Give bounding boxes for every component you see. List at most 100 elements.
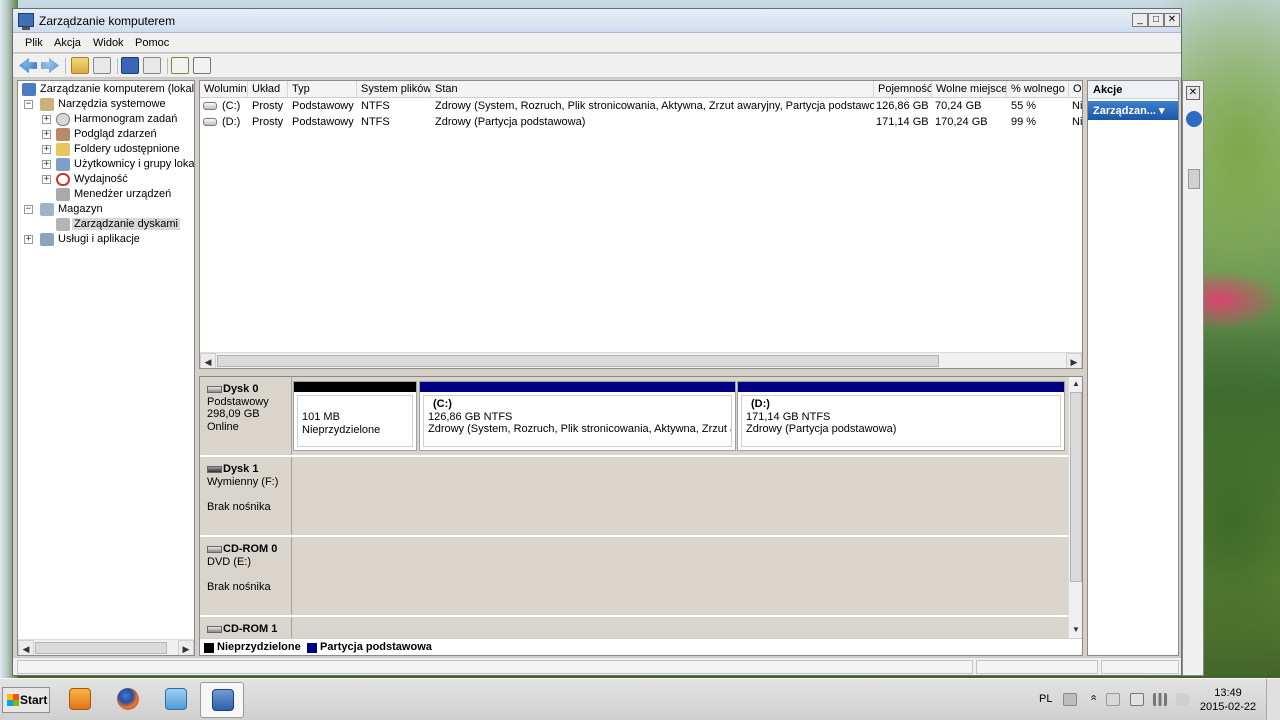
tree-horizontal-scrollbar[interactable]: ◀ ▶: [18, 639, 194, 655]
expand-icon[interactable]: +: [24, 235, 33, 244]
network-icon[interactable]: [1153, 693, 1167, 706]
show-hidden-icons-icon[interactable]: «: [1087, 695, 1100, 705]
scrollbar-thumb[interactable]: [1070, 392, 1082, 582]
menu-file[interactable]: Plik: [25, 37, 43, 49]
file-system-cell: NTFS: [361, 100, 390, 112]
title-bar[interactable]: Zarządzanie komputerem _ □ ✕: [13, 9, 1181, 33]
scroll-up-button[interactable]: ▲: [1069, 377, 1082, 391]
tree-item-system-tools[interactable]: − Narzędzia systemowe: [24, 97, 194, 112]
scrollbar-thumb[interactable]: [217, 355, 939, 367]
scrollbar-thumb[interactable]: [1188, 169, 1200, 189]
disk-row-cdrom-0[interactable]: CD-ROM 0 DVD (E:) Brak nośnika: [200, 537, 1068, 616]
collapse-icon[interactable]: −: [24, 100, 33, 109]
action-center-icon[interactable]: [1106, 693, 1120, 706]
tools-icon: [40, 98, 54, 111]
volume-horizontal-scrollbar[interactable]: ◀ ▶: [200, 352, 1082, 368]
background-window-edge[interactable]: ✕: [1182, 80, 1204, 676]
column-file-system[interactable]: System plików: [357, 81, 431, 98]
actions-section-disk-management[interactable]: Zarządzan... ▾: [1088, 101, 1178, 120]
tree-item-services[interactable]: + Usługi i aplikacje: [24, 232, 194, 247]
disk-info[interactable]: CD-ROM 0 DVD (E:) Brak nośnika: [200, 537, 292, 615]
forward-icon[interactable]: [41, 57, 59, 74]
percent-free-cell: 55 %: [1011, 100, 1037, 112]
maximize-button[interactable]: □: [1148, 13, 1164, 27]
column-type[interactable]: Typ: [288, 81, 357, 98]
partition-unallocated[interactable]: 101 MB Nieprzydzielone: [293, 381, 417, 451]
tree-item-performance[interactable]: + Wydajność: [42, 172, 194, 187]
clock[interactable]: 13:49 2015-02-22: [1196, 686, 1260, 714]
tree-item-shared-folders[interactable]: + Foldery udostępnione: [42, 142, 194, 157]
scroll-left-button[interactable]: ◀: [18, 640, 34, 655]
disk-info[interactable]: Dysk 1 Wymienny (F:) Brak nośnika: [200, 457, 292, 535]
partition-c[interactable]: (C:) 126,86 GB NTFS Zdrowy (System, Rozr…: [419, 381, 736, 451]
partition-d[interactable]: (D:) 171,14 GB NTFS Zdrowy (Partycja pod…: [737, 381, 1065, 451]
table-row[interactable]: (C:) Prosty Podstawowy NTFS Zdrowy (Syst…: [200, 99, 1082, 115]
tree-item-local-users[interactable]: + Użytkownicy i grupy lokalne: [42, 157, 194, 172]
menu-help[interactable]: Pomoc: [135, 37, 169, 49]
tree-item-root[interactable]: Zarządzanie komputerem (lokalne): [20, 82, 194, 97]
scrollbar-thumb[interactable]: [35, 642, 167, 654]
disk-vertical-scrollbar[interactable]: ▲ ▼: [1068, 377, 1082, 639]
scroll-left-button[interactable]: ◀: [200, 353, 216, 368]
actions-title: Akcje: [1088, 81, 1178, 99]
back-icon[interactable]: [19, 57, 37, 74]
language-indicator[interactable]: PL: [1039, 693, 1052, 705]
primary-partition-bar: [738, 382, 1064, 392]
removable-media-icon[interactable]: [1130, 693, 1144, 706]
taskbar-media-player[interactable]: [58, 682, 102, 718]
close-button[interactable]: ✕: [1164, 13, 1180, 27]
column-layout[interactable]: Układ: [248, 81, 288, 98]
tree-item-task-scheduler[interactable]: + Harmonogram zadań: [42, 112, 194, 127]
minimize-button[interactable]: _: [1132, 13, 1148, 27]
tree-item-storage[interactable]: − Magazyn: [24, 202, 194, 217]
column-free-space[interactable]: Wolne miejsce: [932, 81, 1007, 98]
column-percent-free[interactable]: % wolnego: [1007, 81, 1069, 98]
tree-item-event-viewer[interactable]: + Podgląd zdarzeń: [42, 127, 194, 142]
scroll-down-button[interactable]: ▼: [1069, 623, 1082, 637]
scroll-right-button[interactable]: ▶: [1066, 353, 1082, 368]
expand-icon[interactable]: +: [42, 115, 51, 124]
taskbar-computer-management[interactable]: [200, 682, 244, 718]
drive-icon: [203, 102, 217, 111]
scroll-right-button[interactable]: ▶: [178, 640, 194, 655]
show-hide-icon[interactable]: [143, 57, 161, 74]
start-button[interactable]: Start: [2, 687, 50, 713]
column-capacity[interactable]: Pojemność: [874, 81, 932, 98]
unallocated-bar: [294, 382, 416, 392]
disk-row-disk-1[interactable]: Dysk 1 Wymienny (F:) Brak nośnika: [200, 457, 1068, 536]
help-icon[interactable]: [121, 57, 139, 74]
show-desktop-button[interactable]: [1266, 679, 1280, 720]
taskbar-firefox[interactable]: [106, 682, 150, 718]
shared-folder-icon: [56, 143, 70, 156]
users-icon: [56, 158, 70, 171]
toolbar-separator: [167, 58, 168, 74]
disk-row-disk-0[interactable]: Dysk 0 Podstawowy 298,09 GB Online 101 M…: [200, 377, 1068, 456]
collapse-icon[interactable]: −: [24, 205, 33, 214]
partition-status: Zdrowy (System, Rozruch, Plik stronicowa…: [428, 423, 732, 435]
menu-view[interactable]: Widok: [93, 37, 124, 49]
column-volume[interactable]: Wolumin: [200, 81, 248, 98]
table-row[interactable]: (D:) Prosty Podstawowy NTFS Zdrowy (Part…: [200, 115, 1082, 131]
close-icon[interactable]: ✕: [1186, 86, 1200, 100]
refresh-icon[interactable]: [171, 57, 189, 74]
column-overhead[interactable]: O: [1069, 81, 1082, 98]
taskbar-control-panel[interactable]: [154, 682, 198, 718]
volume-list-header: Wolumin Układ Typ System plików Stan Poj…: [200, 81, 1082, 98]
up-icon[interactable]: [71, 57, 89, 74]
disk-row-cdrom-1[interactable]: CD-ROM 1: [200, 617, 1068, 639]
disk-info[interactable]: Dysk 0 Podstawowy 298,09 GB Online: [200, 377, 292, 455]
expand-icon[interactable]: +: [42, 145, 51, 154]
volume-icon[interactable]: [1176, 693, 1190, 706]
tree-item-device-manager[interactable]: Menedżer urządzeń: [42, 187, 194, 202]
column-status[interactable]: Stan: [431, 81, 874, 98]
expand-icon[interactable]: +: [42, 175, 51, 184]
keyboard-icon[interactable]: [1063, 693, 1077, 706]
search-icon[interactable]: [1186, 111, 1202, 127]
menu-action[interactable]: Akcja: [54, 37, 81, 49]
console-tree-icon[interactable]: [93, 57, 111, 74]
export-icon[interactable]: [193, 57, 211, 74]
expand-icon[interactable]: +: [42, 130, 51, 139]
disk-info[interactable]: CD-ROM 1: [200, 617, 292, 639]
tree-item-disk-management[interactable]: Zarządzanie dyskami: [42, 217, 194, 232]
expand-icon[interactable]: +: [42, 160, 51, 169]
